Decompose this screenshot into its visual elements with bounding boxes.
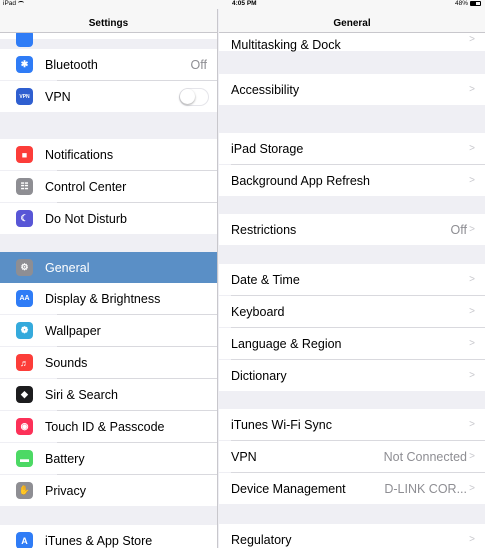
battery-status: 48%: [455, 0, 481, 7]
chevron-right-icon: >: [469, 224, 475, 235]
notifications-icon: ■: [16, 146, 33, 163]
settings-sidebar: Settings ✱ Bluetooth Off VPN VPN ■ Notif…: [0, 9, 218, 548]
display-icon: AA: [16, 290, 33, 307]
general-item-keyboard[interactable]: Keyboard >: [219, 296, 485, 327]
general-item-accessibility[interactable]: Accessibility >: [219, 74, 485, 105]
general-item-restrictions[interactable]: Restrictions Off >: [219, 214, 485, 245]
chevron-right-icon: >: [469, 338, 475, 349]
hand-icon: ✋: [16, 482, 33, 499]
wallpaper-icon: ❁: [16, 322, 33, 339]
general-item-dictionary[interactable]: Dictionary >: [219, 360, 485, 391]
status-bar: iPad 4:05 PM 48%: [0, 0, 485, 9]
general-title: General: [333, 18, 371, 29]
chevron-right-icon: >: [469, 274, 475, 285]
sidebar-item-do-not-disturb[interactable]: ☾ Do Not Disturb: [0, 203, 217, 234]
fingerprint-icon: ◉: [16, 418, 33, 435]
general-item-device-management[interactable]: Device Management D-LINK COR... >: [219, 473, 485, 504]
vpn-toggle[interactable]: [179, 87, 209, 106]
chevron-right-icon: >: [469, 419, 475, 430]
general-item-itunes-wifi-sync[interactable]: iTunes Wi-Fi Sync >: [219, 409, 485, 440]
status-time: 4:05 PM: [232, 0, 257, 7]
battery-icon: ▬: [16, 450, 33, 467]
general-navbar: General: [219, 9, 485, 33]
vpn-icon: VPN: [16, 88, 33, 105]
sidebar-item-touch-id[interactable]: ◉ Touch ID & Passcode: [0, 411, 217, 442]
bluetooth-value: Off: [190, 57, 207, 72]
chevron-right-icon: >: [469, 306, 475, 317]
chevron-right-icon: >: [469, 143, 475, 154]
general-item-language-region[interactable]: Language & Region >: [219, 328, 485, 359]
device-name: iPad: [3, 0, 25, 7]
chevron-right-icon: >: [469, 33, 475, 45]
sidebar-item-wallpaper[interactable]: ❁ Wallpaper: [0, 315, 217, 346]
chevron-right-icon: >: [469, 483, 475, 494]
sidebar-item-vpn[interactable]: VPN VPN: [0, 81, 217, 112]
battery-indicator-icon: [470, 1, 481, 6]
bluetooth-icon: ✱: [16, 56, 33, 73]
general-item-ipad-storage[interactable]: iPad Storage >: [219, 133, 485, 164]
battery-percent: 48%: [454, 0, 468, 7]
sidebar-item-bluetooth[interactable]: ✱ Bluetooth Off: [0, 49, 217, 80]
wifi-icon: [18, 1, 25, 5]
gear-icon: ⚙: [16, 259, 33, 276]
control-center-icon: ☷: [16, 178, 33, 195]
chevron-right-icon: >: [469, 84, 475, 95]
general-item-vpn[interactable]: VPN Not Connected >: [219, 441, 485, 472]
general-item-regulatory[interactable]: Regulatory >: [219, 524, 485, 548]
sidebar-item-notifications[interactable]: ■ Notifications: [0, 139, 217, 170]
general-pane: General Multitasking & Dock > Accessibil…: [219, 9, 485, 548]
general-item-background-app-refresh[interactable]: Background App Refresh >: [219, 165, 485, 196]
vpn-status-value: Not Connected: [383, 449, 467, 464]
sidebar-item-siri-search[interactable]: ◆ Siri & Search: [0, 379, 217, 410]
sidebar-item-privacy[interactable]: ✋ Privacy: [0, 475, 217, 506]
sidebar-item-general[interactable]: ⚙ General: [0, 252, 217, 283]
general-item-date-time[interactable]: Date & Time >: [219, 264, 485, 295]
sidebar-item-itunes-app-store[interactable]: A iTunes & App Store: [0, 525, 217, 548]
chevron-right-icon: >: [469, 534, 475, 545]
chevron-right-icon: >: [469, 451, 475, 462]
speaker-icon: ♬: [16, 354, 33, 371]
sidebar-item-display-brightness[interactable]: AA Display & Brightness: [0, 283, 217, 314]
toggle-knob: [180, 88, 195, 104]
device-management-value: D-LINK COR...: [384, 481, 467, 496]
sidebar-item-battery[interactable]: ▬ Battery: [0, 443, 217, 474]
chevron-right-icon: >: [469, 370, 475, 381]
sidebar-item-control-center[interactable]: ☷ Control Center: [0, 171, 217, 202]
moon-icon: ☾: [16, 210, 33, 227]
restrictions-value: Off: [450, 222, 467, 237]
settings-navbar: Settings: [0, 9, 217, 33]
app-store-icon: A: [16, 532, 33, 548]
chevron-right-icon: >: [469, 175, 475, 186]
settings-title: Settings: [88, 18, 129, 29]
sidebar-item-sounds[interactable]: ♬ Sounds: [0, 347, 217, 378]
siri-icon: ◆: [16, 386, 33, 403]
